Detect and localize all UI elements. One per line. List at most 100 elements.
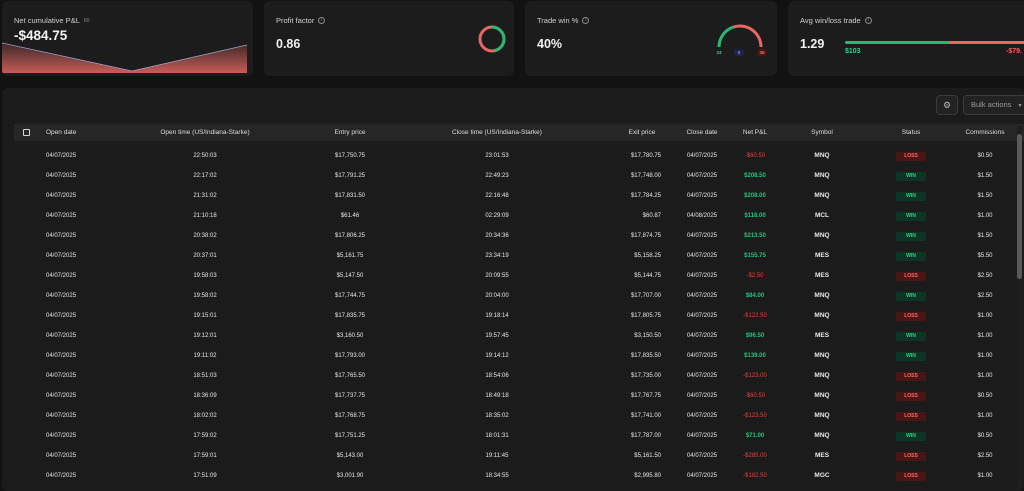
cell-net-pnl: $96.50 <box>745 333 765 339</box>
cell-open-date: 04/07/2025 <box>46 293 77 299</box>
table-row[interactable]: 04/07/2025 17:59:01 $5,143.00 19:11:45 $5,16… <box>14 446 1024 466</box>
cell-commissions: $1.00 <box>977 213 993 219</box>
cell-exit-price: $17,767.75 <box>630 393 661 399</box>
cell-commissions: $1.00 <box>977 353 993 359</box>
cell-close-date: 04/07/2025 <box>686 373 718 379</box>
cell-open-date: 04/07/2025 <box>46 193 77 199</box>
table-row[interactable]: 04/07/2025 18:51:03 $17,765.50 18:54:06 $17,… <box>14 366 1024 386</box>
cell-commissions: $1.00 <box>977 313 993 319</box>
net-pnl-area <box>2 43 247 73</box>
header-symbol[interactable]: Symbol <box>797 124 847 141</box>
table-header: Open date Open time (US/Indiana-Starke) … <box>14 124 1024 141</box>
profit-factor-ring <box>478 25 506 53</box>
cell-entry-price: $17,750.75 <box>334 153 366 159</box>
table-row[interactable]: 04/07/2025 20:37:01 $5,161.75 23:34:19 $5,15… <box>14 246 1024 266</box>
cell-commissions: $1.00 <box>977 473 993 479</box>
cell-commissions: $1.50 <box>977 173 993 179</box>
header-open-date[interactable]: Open date <box>46 124 76 141</box>
cell-close-time: 18:49:18 <box>485 393 509 399</box>
table-row[interactable]: 04/07/2025 22:17:02 $17,791.25 22:49:23 $17,… <box>14 166 1024 186</box>
cell-net-pnl: $208.50 <box>744 173 766 179</box>
header-close-time[interactable]: Close time (US/Indiana-Starke) <box>437 124 557 141</box>
table-row[interactable]: 04/07/2025 19:12:01 $3,160.50 19:57:45 $3,15… <box>14 326 1024 346</box>
cell-exit-price: $17,735.00 <box>630 373 661 379</box>
table-row[interactable]: 04/07/2025 19:58:03 $5,147.50 20:09:55 $5,14… <box>14 266 1024 286</box>
cell-entry-price: $17,737.75 <box>334 393 366 399</box>
trade-win-gauge <box>717 24 763 48</box>
cell-commissions: $1.00 <box>977 373 993 379</box>
cell-symbol: MNQ <box>814 172 830 179</box>
cell-open-date: 04/07/2025 <box>46 353 77 359</box>
table-settings-button[interactable]: ⚙ <box>936 95 958 115</box>
cell-close-time: 18:35:02 <box>485 413 509 419</box>
header-status[interactable]: Status <box>886 124 936 141</box>
header-entry-price[interactable]: Entry price <box>310 124 390 141</box>
table-row[interactable]: 04/07/2025 19:58:02 $17,744.75 20:04:00 $17,… <box>14 286 1024 306</box>
kpi-cards: Net cumulative P&L 60 -$484.75 Profit fa… <box>0 0 1024 78</box>
trade-win-title: Trade win % <box>537 16 579 25</box>
net-pnl-card: Net cumulative P&L 60 -$484.75 <box>2 1 253 76</box>
select-all-checkbox[interactable] <box>23 129 30 136</box>
header-open-time[interactable]: Open time (US/Indiana-Starke) <box>145 124 265 141</box>
table-row[interactable]: 04/07/2025 17:51:09 $3,001.90 18:34:55 $2,99… <box>14 466 1024 486</box>
status-badge: WIN <box>896 252 926 261</box>
cell-net-pnl: $155.75 <box>744 253 766 259</box>
avg-win-loss-card: Avg win/loss trade i 1.29 $103 -$79. <box>788 1 1024 76</box>
cell-net-pnl: -$123.00 <box>743 373 767 379</box>
status-badge: WIN <box>896 212 926 221</box>
cell-close-time: 19:57:45 <box>485 333 509 339</box>
cell-open-date: 04/07/2025 <box>46 253 77 259</box>
status-badge: LOSS <box>896 472 926 481</box>
cell-symbol: MES <box>814 332 830 339</box>
cell-open-time: 18:36:09 <box>193 393 217 399</box>
avg-win-loss-bar <box>845 41 1024 44</box>
table-row[interactable]: 04/07/2025 18:36:09 $17,737.75 18:49:18 $17,… <box>14 386 1024 406</box>
table-row[interactable]: 04/07/2025 21:10:18 $61.46 02:29:09 $60.87 04… <box>14 206 1024 226</box>
info-icon[interactable]: i <box>582 17 590 24</box>
trade-win-card: Trade win % i 40% 24 0 36 <box>525 1 777 76</box>
cell-net-pnl: -$182.50 <box>743 473 767 479</box>
gauge-breakeven-count: 0 <box>734 49 744 56</box>
avg-win-amount: $103 <box>845 48 861 55</box>
cell-exit-price: $60.87 <box>642 213 661 219</box>
cell-open-time: 20:37:01 <box>193 253 217 259</box>
header-exit-price[interactable]: Exit price <box>612 124 672 141</box>
cell-symbol: MNQ <box>814 412 830 419</box>
cell-entry-price: $61.46 <box>340 213 360 219</box>
cell-close-time: 22:16:48 <box>485 193 509 199</box>
net-pnl-area-chart <box>2 42 248 73</box>
header-close-date[interactable]: Close date <box>677 124 727 141</box>
cell-entry-price: $17,806.25 <box>334 233 366 239</box>
header-commissions[interactable]: Commissions <box>955 124 1015 141</box>
table-row[interactable]: 04/07/2025 18:02:02 $17,768.75 18:35:02 $17,… <box>14 406 1024 426</box>
cell-symbol: MES <box>814 272 830 279</box>
bulk-actions-button[interactable]: Bulk actions ▾ <box>963 95 1024 115</box>
profit-factor-title-row: Profit factor i <box>276 16 326 25</box>
header-net-pnl[interactable]: Net P&L <box>730 124 780 141</box>
scrollbar-thumb[interactable] <box>1017 134 1022 279</box>
cell-exit-price: $17,707.00 <box>630 293 661 299</box>
table-row[interactable]: 04/07/2025 22:50:03 $17,750.75 23:01:53 $17,… <box>14 146 1024 166</box>
table-row[interactable]: 04/07/2025 21:31:02 $17,831.50 22:16:48 $17,… <box>14 186 1024 206</box>
status-badge: WIN <box>896 292 926 301</box>
table-row[interactable]: 04/07/2025 19:15:01 $17,835.75 19:18:14 $17,… <box>14 306 1024 326</box>
status-badge: LOSS <box>896 152 926 161</box>
cell-symbol: MNQ <box>814 152 830 159</box>
table-row[interactable]: 04/07/2025 19:11:02 $17,793.00 19:14:12 $17,… <box>14 346 1024 366</box>
cell-symbol: MCL <box>814 212 830 219</box>
table-scrollbar[interactable] <box>1017 126 1022 491</box>
cell-net-pnl: -$285.00 <box>743 453 767 459</box>
cell-close-date: 04/07/2025 <box>686 153 718 159</box>
status-badge: WIN <box>896 352 926 361</box>
cell-net-pnl: -$60.50 <box>744 153 766 159</box>
cell-net-pnl: -$60.50 <box>744 393 766 399</box>
info-icon[interactable]: i <box>864 17 872 24</box>
cell-close-date: 04/07/2025 <box>686 353 718 359</box>
cell-entry-price: $17,791.25 <box>334 173 366 179</box>
cell-open-time: 18:02:02 <box>193 413 217 419</box>
info-icon[interactable]: i <box>318 17 326 24</box>
cell-close-date: 04/07/2025 <box>686 313 718 319</box>
cell-symbol: MNQ <box>814 312 830 319</box>
table-row[interactable]: 04/07/2025 17:59:02 $17,751.25 18:01:31 $17,… <box>14 426 1024 446</box>
table-row[interactable]: 04/07/2025 20:38:02 $17,806.25 20:34:36 $17,… <box>14 226 1024 246</box>
